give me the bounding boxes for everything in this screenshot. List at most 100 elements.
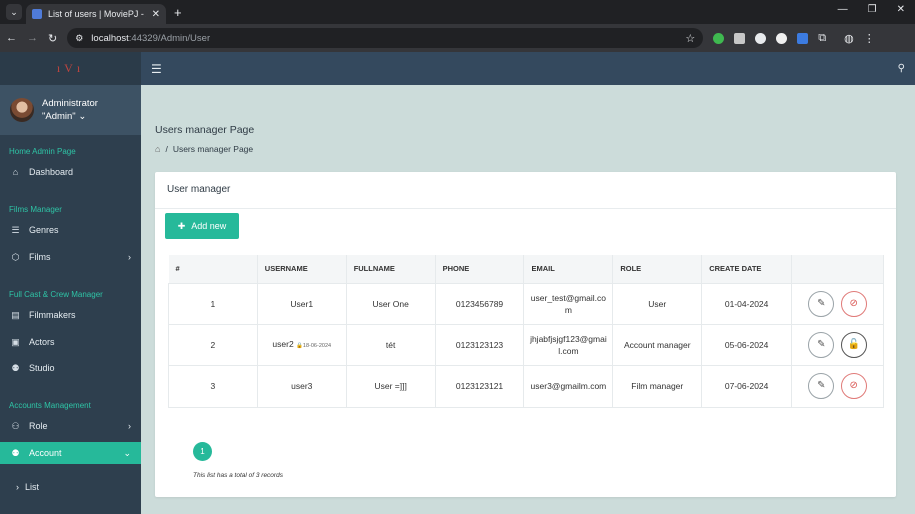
browser-tab[interactable]: List of users | MoviePJ - Admin ✕: [26, 4, 166, 24]
extension-icon[interactable]: [713, 32, 725, 44]
ban-button[interactable]: ⊘: [840, 373, 867, 399]
cell-fullname: User =]]]: [345, 364, 436, 408]
cell-num: 3: [168, 364, 258, 408]
section-title-accounts: Accounts Management: [9, 401, 91, 410]
favicon-icon: [32, 9, 42, 19]
home-icon: ⌂: [12, 167, 19, 177]
section-title-films: Films Manager: [9, 205, 62, 214]
home-icon[interactable]: ⌂: [155, 144, 160, 154]
table-row: 3 user3 User =]]] 0123123121 user3@gmail…: [168, 364, 884, 408]
column-header: ROLE: [612, 255, 703, 283]
avatar: [10, 98, 34, 122]
restore-icon[interactable]: ❐: [868, 4, 877, 15]
sidebar-item-role[interactable]: ⚇ Role ›: [0, 415, 141, 437]
film-icon: ▤: [11, 309, 20, 320]
users-table: # USERNAME FULLNAME PHONE EMAIL ROLE CRE…: [168, 255, 884, 408]
chevron-down-icon: ⌄: [123, 447, 131, 458]
tab-search-button[interactable]: ⌄: [6, 4, 22, 20]
logo[interactable]: ıVı: [0, 52, 141, 85]
back-icon[interactable]: ←: [6, 32, 17, 44]
unlock-button[interactable]: 🔓: [840, 331, 867, 358]
bookmark-star-icon[interactable]: ☆: [685, 32, 695, 45]
close-window-icon[interactable]: ✕: [897, 4, 905, 15]
sidebar-item-label: Account: [29, 448, 62, 458]
forward-icon[interactable]: →: [27, 32, 38, 44]
table-header-row: # USERNAME FULLNAME PHONE EMAIL ROLE CRE…: [168, 255, 884, 283]
cell-created: 01-04-2024: [701, 282, 793, 325]
cell-created: 07-06-2024: [701, 364, 793, 408]
sidebar-item-filmmakers[interactable]: ▤ Filmmakers: [0, 304, 141, 326]
sidebar-item-label: Studio: [29, 363, 55, 373]
column-header: CREATE DATE: [701, 255, 793, 283]
user-gear-icon: ⚇: [11, 420, 20, 431]
edit-button[interactable]: ✎: [808, 290, 835, 317]
edit-icon: ✎: [817, 297, 826, 309]
sidebar-item-actors[interactable]: ▣ Actors: [0, 331, 141, 353]
id-card-icon: ▣: [11, 336, 20, 347]
main-content: ☰ ⚲ Users manager Page ⌂ / Users manager…: [141, 52, 915, 514]
sidebar-item-account[interactable]: ⚉ Account ⌄: [0, 442, 141, 464]
user-account-icon[interactable]: ⚲: [898, 63, 905, 74]
sidebar-item-films[interactable]: ⬡ Films ›: [0, 246, 141, 268]
sidebar-item-label: Genres: [29, 225, 59, 235]
sidebar-item-dashboard[interactable]: ⌂ Dashboard: [0, 161, 141, 183]
chevron-right-icon: ›: [128, 252, 131, 262]
browser-menu-icon[interactable]: ⋮: [864, 32, 875, 45]
site-info-icon[interactable]: ⚙: [75, 33, 83, 44]
sidebar-subitem-list[interactable]: › List: [0, 476, 141, 498]
edit-button[interactable]: ✎: [808, 373, 835, 399]
chevron-right-icon: ›: [16, 482, 19, 492]
cell-created: 05-06-2024: [701, 323, 793, 366]
lock-icon: 🔒: [296, 342, 303, 349]
admin-app: ıVı Administrator "Admin" ⌄ Home Admin P…: [0, 52, 915, 514]
cube-icon: ⬡: [11, 251, 20, 262]
table-row: 2 user2 🔒18-06-2024 tét 0123123123 jhjab…: [168, 323, 884, 366]
cell-email: jhjabfjsjgf123@gmail.com: [523, 323, 614, 366]
pagination-page-1[interactable]: 1: [193, 442, 212, 461]
column-header: PHONE: [435, 255, 525, 283]
add-new-button[interactable]: ✚ Add new: [165, 213, 239, 239]
browser-tab-strip: ⌄ List of users | MoviePJ - Admin ✕ + — …: [0, 0, 915, 24]
minimize-icon[interactable]: —: [838, 4, 848, 15]
user-role: "Admin": [42, 111, 76, 122]
edit-button[interactable]: ✎: [808, 331, 835, 358]
cell-email: user3@gmailm.com: [523, 364, 614, 408]
extension-icon[interactable]: [797, 32, 809, 44]
extension-icon[interactable]: [734, 32, 746, 44]
sidebar: ıVı Administrator "Admin" ⌄ Home Admin P…: [0, 52, 141, 514]
chevron-down-icon[interactable]: ⌄: [78, 111, 86, 122]
ban-button[interactable]: ⊘: [840, 290, 867, 317]
sidebar-item-studio[interactable]: ⚉ Studio: [0, 357, 141, 379]
cell-role: User: [612, 282, 703, 325]
lock-date: 18-06-2024: [302, 342, 332, 349]
ban-icon: ⊘: [849, 297, 858, 309]
profile-icon[interactable]: ◍: [844, 32, 854, 45]
unlock-icon: 🔓: [847, 338, 860, 350]
extensions-puzzle-icon[interactable]: ⧉: [818, 32, 826, 45]
address-bar[interactable]: ⚙ localhost:44329/Admin/User ☆: [67, 28, 704, 48]
user-name: Administrator: [42, 98, 98, 109]
extension-icon[interactable]: [755, 32, 767, 44]
records-note: This list has a total of 3 records: [193, 472, 283, 479]
cell-email: user_test@gmail.com: [523, 282, 614, 325]
extension-icon[interactable]: [776, 32, 788, 44]
cell-actions: ✎ ⊘: [791, 282, 884, 325]
column-header: USERNAME: [257, 255, 347, 283]
sidebar-item-label: List: [25, 482, 40, 492]
user-manager-card: User manager ✚ Add new # USERNAME FULLNA…: [155, 172, 896, 497]
section-title-home: Home Admin Page: [9, 147, 76, 156]
user-plus-icon: ✚: [177, 220, 186, 231]
card-title: User manager: [155, 172, 896, 209]
user-profile[interactable]: Administrator "Admin" ⌄: [0, 85, 141, 135]
new-tab-button[interactable]: +: [174, 5, 182, 20]
top-navbar: ☰ ⚲: [141, 52, 915, 85]
page-title: Users manager Page: [155, 124, 255, 136]
close-tab-icon[interactable]: ✕: [152, 9, 160, 20]
sidebar-item-genres[interactable]: ☰ Genres: [0, 219, 141, 241]
cell-phone: 0123456789: [434, 282, 525, 325]
sidebar-item-label: Actors: [29, 337, 55, 347]
sidebar-item-label: Filmmakers: [29, 310, 76, 320]
menu-toggle-icon[interactable]: ☰: [151, 62, 162, 76]
sidebar-item-label: Dashboard: [29, 167, 74, 177]
reload-icon[interactable]: ↻: [48, 32, 57, 45]
